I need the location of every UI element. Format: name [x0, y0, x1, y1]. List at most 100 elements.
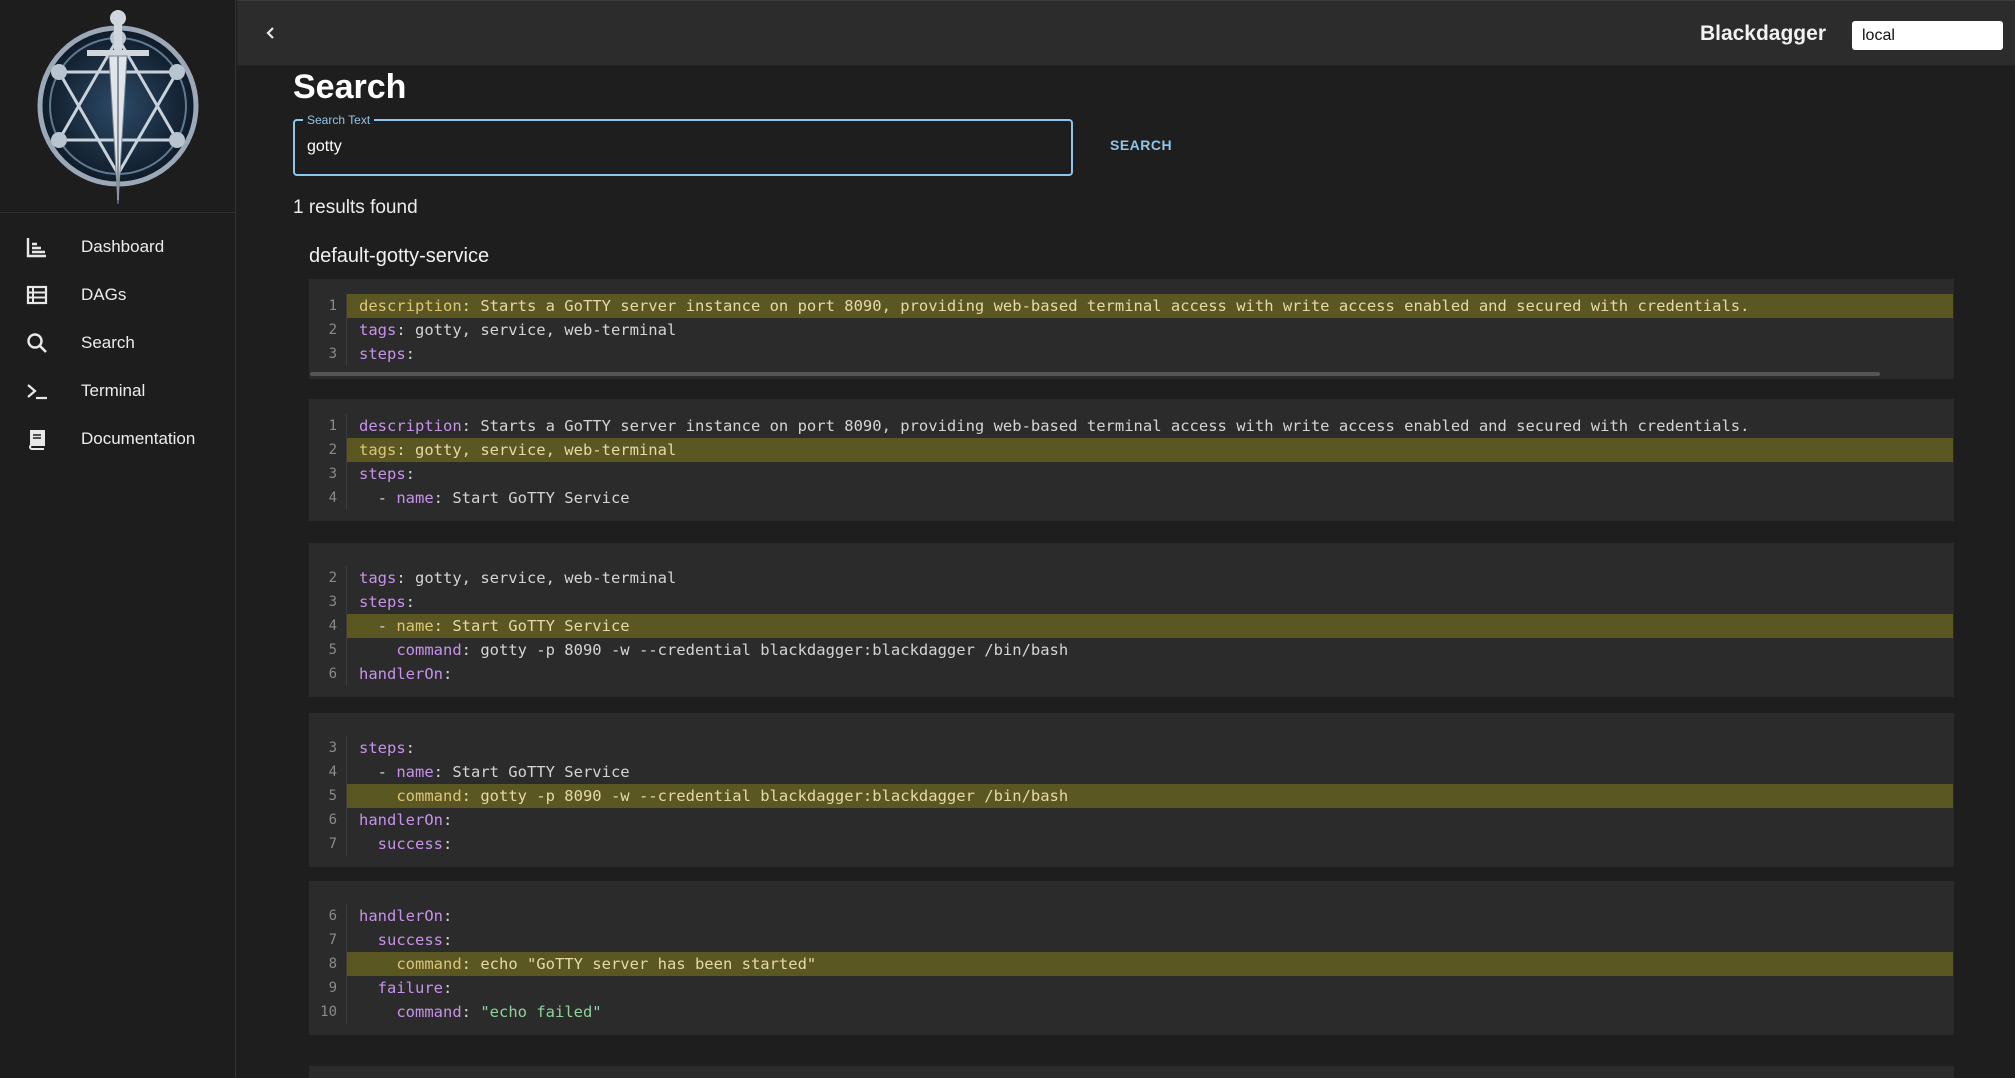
line-number: 3 — [328, 740, 337, 756]
yaml-value: : — [443, 907, 453, 925]
horizontal-scrollbar[interactable] — [310, 372, 1880, 376]
yaml-key: command — [396, 1003, 462, 1021]
line-code: description: Starts a GoTTY server insta… — [346, 414, 1953, 438]
line-code: handlerOn: — [346, 662, 1953, 686]
code-line-match: 4 - name: Start GoTTY Service — [310, 614, 1953, 638]
line-number: 9 — [328, 980, 337, 996]
code-line: 3 steps: — [310, 462, 1953, 486]
code-line: 3 steps: — [310, 590, 1953, 614]
code-line-match: 8 command: echo "GoTTY server has been s… — [310, 952, 1953, 976]
yaml-string: "echo failed" — [480, 1003, 602, 1021]
code-line-match: 1 description: Starts a GoTTY server inst… — [310, 294, 1953, 318]
line-code: command: gotty -p 8090 -w --credential b… — [346, 784, 1953, 808]
yaml-key: steps — [359, 593, 406, 611]
documentation-icon — [25, 427, 49, 451]
sidebar-item-terminal[interactable]: Terminal — [0, 367, 235, 415]
code-line: 2 tags: gotty, service, web-terminal — [310, 566, 1953, 590]
code-line: 7 success: — [310, 832, 1953, 856]
line-number: 6 — [328, 812, 337, 828]
code-line: 5 command: gotty -p 8090 -w --credential… — [310, 638, 1953, 662]
line-number: 5 — [328, 788, 337, 804]
sidebar-item-dags[interactable]: DAGs — [0, 271, 235, 319]
search-input[interactable] — [307, 138, 1047, 156]
yaml-value: : gotty, service, web-terminal — [396, 569, 677, 587]
line-number: 7 — [328, 836, 337, 852]
yaml-value: : — [405, 593, 416, 611]
sidebar-item-label: Dashboard — [81, 237, 165, 256]
line-code: success: — [346, 832, 1953, 856]
yaml-key: name — [396, 489, 434, 507]
line-code: steps: — [346, 462, 1953, 486]
search-button[interactable]: SEARCH — [1110, 137, 1172, 153]
code-snippet: 2 tags: gotty, service, web-terminal 3 step… — [309, 543, 1954, 697]
sidebar-item-dashboard[interactable]: Dashboard — [0, 223, 235, 271]
line-code: tags: gotty, service, web-terminal — [346, 438, 1953, 462]
sidebar-item-label: Documentation — [81, 429, 196, 448]
line-number: 3 — [328, 594, 337, 610]
yaml-key: description — [359, 297, 462, 315]
sidebar-item-documentation[interactable]: Documentation — [0, 415, 235, 463]
line-code: command: "echo failed" — [346, 1000, 1953, 1024]
blackdagger-logo[interactable] — [31, 4, 205, 208]
sidebar: Dashboard DAGs Search Terminal Documenta… — [0, 0, 236, 1078]
yaml-value: : Start GoTTY Service — [433, 617, 630, 635]
line-code: success: — [346, 928, 1953, 952]
line-number: 7 — [328, 932, 337, 948]
yaml-key: success — [377, 835, 443, 853]
line-number: 8 — [328, 956, 337, 972]
app-title: Blackdagger — [1699, 22, 1826, 45]
code-line: 6 handlerOn: — [310, 808, 1953, 832]
code-snippet: 1 description: Starts a GoTTY server inst… — [309, 399, 1954, 521]
line-code: - name: Start GoTTY Service — [346, 760, 1953, 784]
yaml-value: : gotty -p 8090 -w --credential blackdag… — [461, 787, 1069, 805]
code-snippet: 10 command: "echo failed" — [309, 1066, 1954, 1078]
code-line-match: 2 tags: gotty, service, web-terminal — [310, 438, 1953, 462]
line-number: 3 — [328, 466, 337, 482]
yaml-value: : gotty, service, web-terminal — [396, 441, 677, 459]
terminal-icon — [25, 379, 49, 403]
code-line: 10 command: "echo failed" — [310, 1000, 1953, 1024]
code-snippet: 6 handlerOn: 7 success: 8 command: echo "Go… — [309, 881, 1954, 1035]
search-icon — [25, 331, 49, 355]
line-code: - name: Start GoTTY Service — [346, 614, 1953, 638]
yaml-key: command — [396, 641, 462, 659]
line-number: 3 — [328, 346, 337, 362]
dashboard-icon — [25, 235, 49, 259]
yaml-key: handlerOn — [359, 665, 443, 683]
yaml-key: command — [396, 787, 462, 805]
yaml-key: steps — [359, 465, 406, 483]
yaml-value: : — [443, 811, 453, 829]
code-line: 6 handlerOn: — [310, 662, 1953, 686]
line-code: description: Starts a GoTTY server insta… — [346, 294, 1953, 318]
back-button[interactable] — [260, 22, 282, 44]
yaml-value: : — [461, 1003, 481, 1021]
line-code: failure: — [346, 976, 1953, 1000]
yaml-key: success — [377, 931, 443, 949]
yaml-key: handlerOn — [359, 907, 443, 925]
yaml-key: tags — [359, 569, 397, 587]
line-code: tags: gotty, service, web-terminal — [346, 566, 1953, 590]
dags-icon — [25, 283, 49, 307]
line-code: handlerOn: — [346, 904, 1953, 928]
sidebar-item-search[interactable]: Search — [0, 319, 235, 367]
search-field-label: Search Text — [303, 113, 375, 127]
yaml-value: : — [443, 979, 453, 997]
line-number: 10 — [320, 1004, 337, 1020]
search-field[interactable]: Search Text — [293, 113, 1073, 176]
line-number: 6 — [328, 666, 337, 682]
logo-area — [0, 0, 235, 213]
yaml-value: : — [405, 345, 416, 363]
line-number: 6 — [328, 908, 337, 924]
result-dag-name[interactable]: default-gotty-service — [309, 245, 489, 268]
yaml-key: name — [396, 617, 434, 635]
yaml-value: : — [405, 739, 416, 757]
line-code: handlerOn: — [346, 808, 1953, 832]
line-code: tags: gotty, service, web-terminal — [346, 318, 1953, 342]
environment-input[interactable] — [1852, 21, 2003, 50]
line-code: command: echo "GoTTY server has been sta… — [346, 952, 1953, 976]
main-content: Search Search Text SEARCH 1 results foun… — [237, 66, 2015, 1078]
yaml-key: tags — [359, 441, 397, 459]
code-line: 2 tags: gotty, service, web-terminal — [310, 318, 1953, 342]
yaml-value: : Start GoTTY Service — [433, 763, 630, 781]
yaml-key: steps — [359, 345, 406, 363]
